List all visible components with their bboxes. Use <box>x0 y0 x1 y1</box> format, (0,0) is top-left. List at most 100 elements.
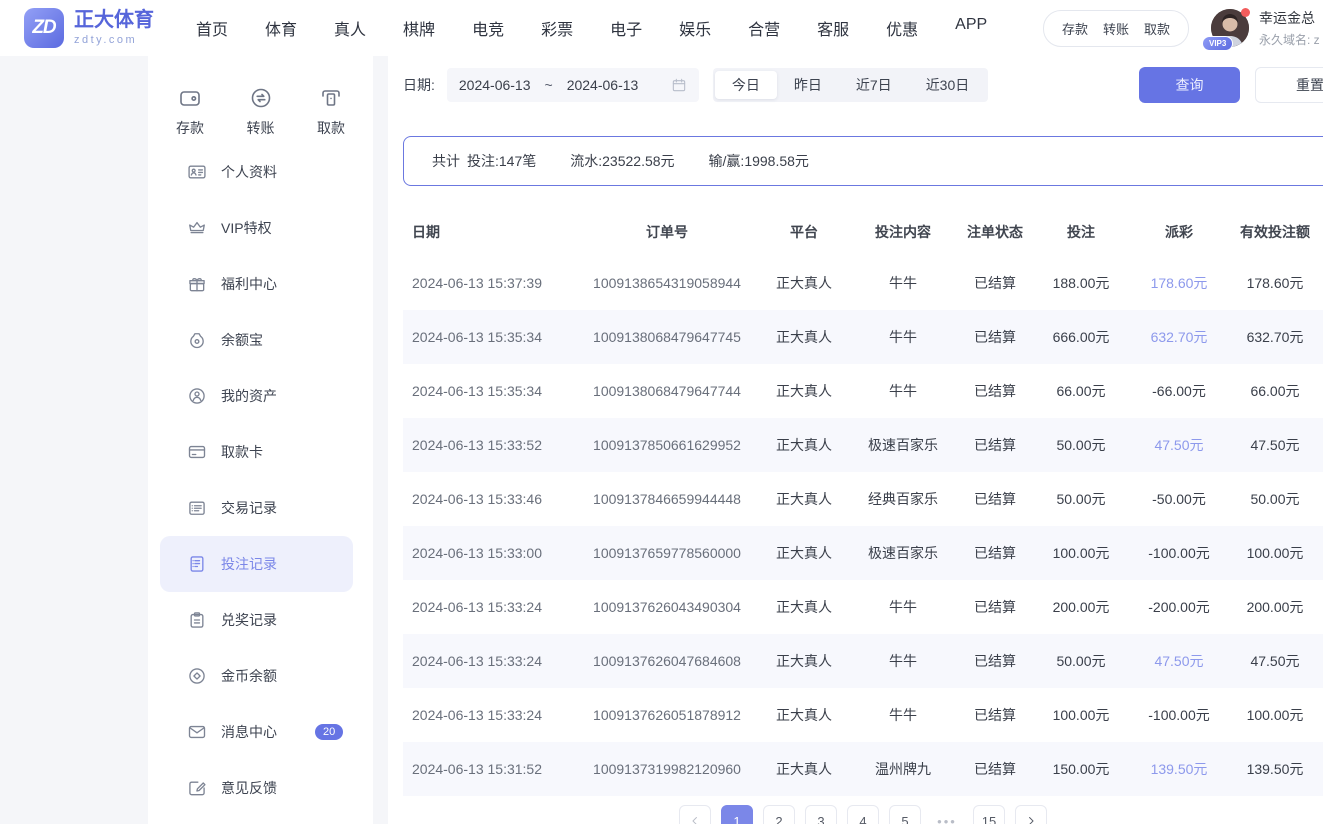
nav-item[interactable]: 体育 <box>265 16 297 40</box>
pagination-page[interactable]: 5 <box>889 805 921 824</box>
sidebar-item[interactable]: 兑奖记录 <box>160 592 353 648</box>
nav-item[interactable]: 客服 <box>817 16 849 40</box>
cell-platform: 正大真人 <box>761 310 847 364</box>
cell-order-number: 1009137850661629952 <box>573 418 761 472</box>
quick-range-option[interactable]: 近30日 <box>909 71 987 99</box>
cell-bet-amount: 100.00元 <box>1031 688 1131 742</box>
wallet-pill-item[interactable]: 转账 <box>1103 19 1129 38</box>
cell-order-number: 1009137846659944448 <box>573 472 761 526</box>
site-logo[interactable]: ZD 正大体育 zdty.com <box>24 8 154 48</box>
sidebar-item-label: 交易记录 <box>221 498 277 518</box>
nav-item[interactable]: 合营 <box>748 16 780 40</box>
nav-item[interactable]: 优惠 <box>886 16 918 40</box>
sidebar-item-label: 个人资料 <box>221 162 277 182</box>
quick-action-transfer[interactable]: 转账 <box>247 86 275 138</box>
table-row: 2024-06-13 15:31:521009137319982120960正大… <box>403 742 1323 796</box>
redeem-icon <box>187 610 207 630</box>
sidebar-item[interactable]: VIP特权 <box>160 200 353 256</box>
nav-item[interactable]: APP <box>955 16 987 40</box>
cell-bet-content: 牛牛 <box>847 256 959 310</box>
cell-status: 已结算 <box>959 526 1031 580</box>
cell-order-number: 1009137626043490304 <box>573 580 761 634</box>
sidebar-item[interactable]: 个人资料 <box>160 144 353 200</box>
cell-status: 已结算 <box>959 364 1031 418</box>
quick-action-deposit-wallet[interactable]: 存款 <box>176 86 204 138</box>
nav-item[interactable]: 彩票 <box>541 16 573 40</box>
cell-date: 2024-06-13 15:33:52 <box>403 418 573 472</box>
cell-payout: 139.50元 <box>1131 742 1227 796</box>
wallet-pill-item[interactable]: 存款 <box>1062 19 1088 38</box>
user-account[interactable]: VIP3 幸运金总 永久域名: z <box>1211 8 1323 48</box>
column-header: 投注内容 <box>847 208 959 256</box>
sidebar-item[interactable]: 余额宝 <box>160 312 353 368</box>
cell-bet-amount: 188.00元 <box>1031 256 1131 310</box>
pagination-page[interactable]: 1 <box>721 805 753 824</box>
cell-valid-bet: 66.00元 <box>1227 364 1323 418</box>
cell-platform: 正大真人 <box>761 634 847 688</box>
column-header: 注单状态 <box>959 208 1031 256</box>
cell-date: 2024-06-13 15:33:46 <box>403 472 573 526</box>
message-icon <box>187 722 207 742</box>
cell-platform: 正大真人 <box>761 688 847 742</box>
unread-count-badge: 20 <box>315 724 343 740</box>
date-start-value: 2024-06-13 <box>459 77 531 93</box>
sidebar-item[interactable]: 投注记录 <box>160 536 353 592</box>
gift-icon <box>187 274 207 294</box>
pagination-page[interactable]: 4 <box>847 805 879 824</box>
money-pouch-icon <box>187 330 207 350</box>
cell-payout: -100.00元 <box>1131 688 1227 742</box>
deposit-wallet-icon <box>178 86 202 110</box>
pagination: 12345 ••• 15 <box>403 805 1323 824</box>
quick-range-option[interactable]: 近7日 <box>839 71 909 99</box>
cell-order-number: 1009138068479647745 <box>573 310 761 364</box>
cell-valid-bet: 178.60元 <box>1227 256 1323 310</box>
pagination-ellipsis: ••• <box>931 805 963 824</box>
sidebar-item[interactable]: 金币余额 <box>160 648 353 704</box>
sidebar-item[interactable]: 取款卡 <box>160 424 353 480</box>
filter-row: 日期: 2024-06-13 ~ 2024-06-13 今日昨日近7日近30日 … <box>403 67 1323 103</box>
transfer-icon <box>249 86 273 110</box>
avatar[interactable]: VIP3 <box>1211 9 1249 47</box>
cell-date: 2024-06-13 15:33:24 <box>403 634 573 688</box>
nav-item[interactable]: 娱乐 <box>679 16 711 40</box>
sidebar-item-label: VIP特权 <box>221 218 272 238</box>
bet-records-table: 日期订单号平台投注内容注单状态投注派彩有效投注额 2024-06-13 15:3… <box>403 208 1323 796</box>
quick-range-option[interactable]: 今日 <box>715 71 777 99</box>
cell-bet-amount: 66.00元 <box>1031 364 1131 418</box>
pagination-page[interactable]: 2 <box>763 805 795 824</box>
main-area: 存款转账取款 个人资料 VIP特权福利中心余额宝我的资产取款卡交易记录投注记录兑奖… <box>0 56 1323 824</box>
quick-action-label: 取款 <box>317 118 345 138</box>
sidebar-quick-actions: 存款转账取款 <box>148 86 373 138</box>
sidebar-item[interactable]: 交易记录 <box>160 480 353 536</box>
pagination-page[interactable]: 15 <box>973 805 1005 824</box>
sidebar-item[interactable]: 我的资产 <box>160 368 353 424</box>
table-row: 2024-06-13 15:33:461009137846659944448正大… <box>403 472 1323 526</box>
quick-range-option[interactable]: 昨日 <box>777 71 839 99</box>
pagination-next[interactable] <box>1015 805 1047 824</box>
reset-button[interactable]: 重置 <box>1255 67 1323 103</box>
summary-bets: 投注:147笔 <box>467 151 536 171</box>
sidebar-item[interactable]: 意见反馈 <box>160 760 353 816</box>
cell-payout: 632.70元 <box>1131 310 1227 364</box>
table-head: 日期订单号平台投注内容注单状态投注派彩有效投注额 <box>403 208 1323 256</box>
nav-item[interactable]: 电竞 <box>472 16 504 40</box>
search-button[interactable]: 查询 <box>1139 67 1240 103</box>
feedback-icon <box>187 778 207 798</box>
nav-item[interactable]: 棋牌 <box>403 16 435 40</box>
nav-item[interactable]: 电子 <box>610 16 642 40</box>
cell-bet-amount: 50.00元 <box>1031 418 1131 472</box>
sidebar-item[interactable]: 福利中心 <box>160 256 353 312</box>
pagination-page[interactable]: 3 <box>805 805 837 824</box>
cell-date: 2024-06-13 15:35:34 <box>403 310 573 364</box>
cell-status: 已结算 <box>959 634 1031 688</box>
date-end-value: 2024-06-13 <box>567 77 639 93</box>
wallet-pill-item[interactable]: 取款 <box>1144 19 1170 38</box>
date-range-input[interactable]: 2024-06-13 ~ 2024-06-13 <box>447 68 699 102</box>
nav-item[interactable]: 真人 <box>334 16 366 40</box>
sidebar-item[interactable]: 消息中心20 <box>160 704 353 760</box>
sidebar-item-label: 福利中心 <box>221 274 277 294</box>
quick-action-withdraw[interactable]: 取款 <box>317 86 345 138</box>
nav-item[interactable]: 首页 <box>196 16 228 40</box>
site-domain: zdty.com <box>74 34 154 46</box>
pagination-prev[interactable] <box>679 805 711 824</box>
